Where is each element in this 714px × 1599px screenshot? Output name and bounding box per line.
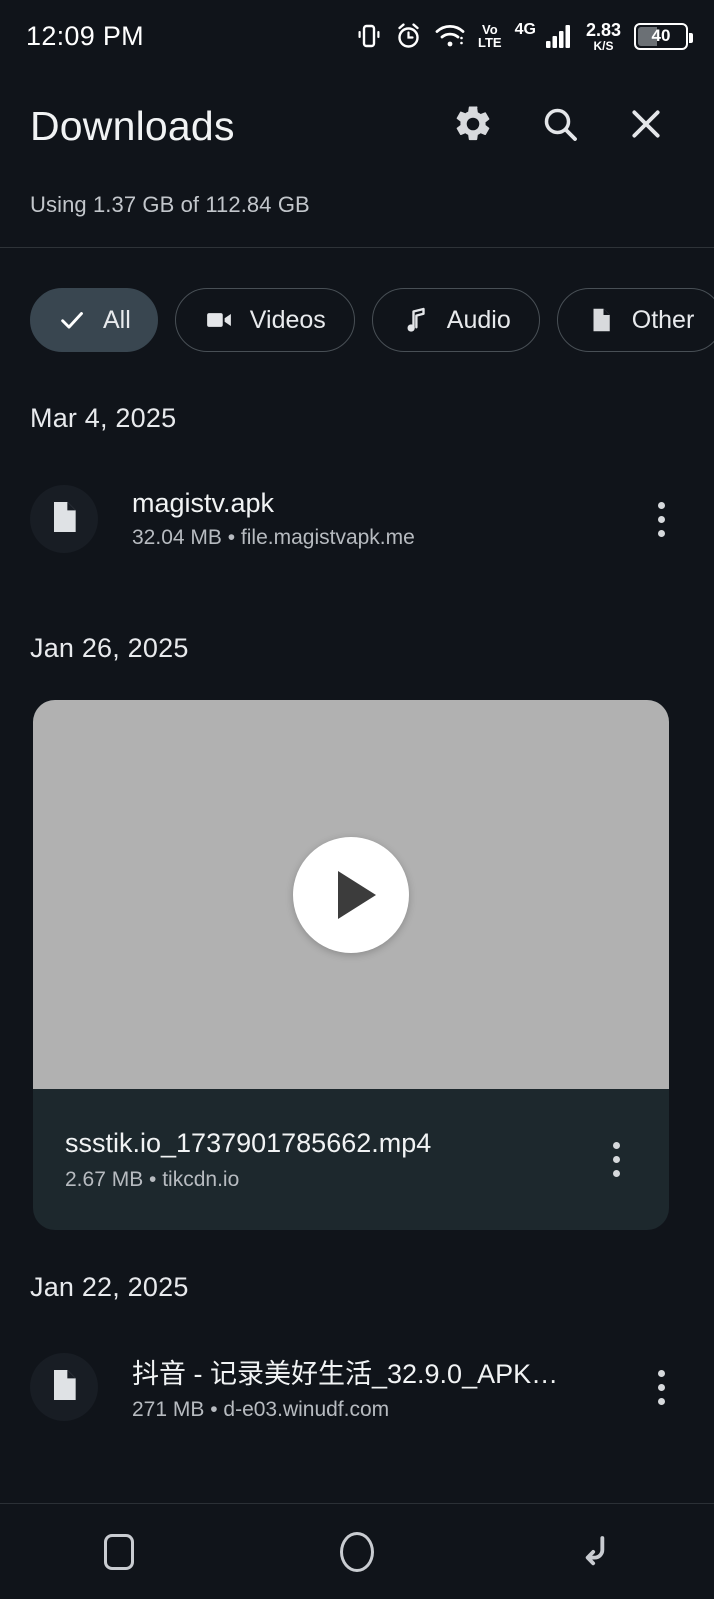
battery-icon: 40 bbox=[634, 22, 693, 50]
video-thumbnail[interactable] bbox=[33, 700, 669, 1089]
file-meta: 抖音 - 记录美好生活_32.9.0_APK… 271 MB • d-e03.w… bbox=[132, 1352, 638, 1422]
status-bar: 12:09 PM Vo LTE 4G 2.83 K/S 40 bbox=[0, 0, 714, 72]
file-type-thumbnail bbox=[30, 1353, 98, 1421]
video-info-bar: ssstik.io_1737901785662.mp4 2.67 MB • ti… bbox=[33, 1089, 669, 1230]
dot bbox=[657, 515, 665, 523]
back-arrow-icon bbox=[573, 1527, 617, 1576]
document-icon bbox=[44, 497, 84, 542]
dot bbox=[657, 1397, 665, 1405]
dot bbox=[657, 529, 665, 537]
play-icon[interactable] bbox=[293, 836, 409, 953]
file-name: magistv.apk bbox=[132, 488, 275, 518]
music-note-icon bbox=[401, 305, 431, 335]
file-name: ssstik.io_1737901785662.mp4 bbox=[65, 1127, 432, 1158]
filter-chip-all[interactable]: All bbox=[30, 288, 158, 352]
data-speed-unit: K/S bbox=[593, 38, 614, 53]
check-icon bbox=[57, 305, 87, 335]
list-item-video-card[interactable]: ssstik.io_1737901785662.mp4 2.67 MB • ti… bbox=[33, 700, 669, 1230]
file-subtitle: 2.67 MB • tikcdn.io bbox=[65, 1167, 240, 1191]
overflow-menu-icon[interactable] bbox=[593, 1128, 639, 1192]
dot bbox=[612, 1142, 620, 1149]
status-icons: Vo LTE 4G 2.83 K/S 40 bbox=[356, 20, 693, 52]
filter-chip-videos-label: Videos bbox=[249, 305, 326, 334]
filter-chip-videos[interactable]: Videos bbox=[174, 288, 355, 352]
wifi-icon bbox=[435, 23, 465, 49]
filter-chip-audio-label: Audio bbox=[446, 305, 511, 334]
filter-chip-audio[interactable]: Audio bbox=[371, 288, 540, 352]
volte-icon: Vo LTE bbox=[478, 23, 502, 49]
signal-bars-icon bbox=[545, 23, 573, 49]
alarm-icon bbox=[395, 22, 422, 50]
header-divider bbox=[0, 247, 714, 248]
file-type-thumbnail bbox=[30, 485, 98, 553]
network-type-label: 4G bbox=[514, 20, 536, 38]
document-icon bbox=[44, 1365, 84, 1410]
video-meta: ssstik.io_1737901785662.mp4 2.67 MB • ti… bbox=[65, 1128, 593, 1192]
dot bbox=[612, 1170, 620, 1177]
filter-chip-other-label: Other bbox=[631, 305, 695, 334]
document-icon bbox=[586, 305, 616, 335]
file-subtitle: 271 MB • d-e03.winudf.com bbox=[132, 1398, 390, 1421]
home-circle-icon bbox=[340, 1531, 374, 1572]
data-speed-value: 2.83 bbox=[585, 19, 621, 40]
system-navigation-bar bbox=[0, 1504, 714, 1599]
header-actions bbox=[452, 103, 684, 150]
dot bbox=[657, 1369, 665, 1377]
list-item-file-1[interactable]: magistv.apk 32.04 MB • file.magistvapk.m… bbox=[0, 484, 714, 554]
dot bbox=[612, 1156, 620, 1163]
filter-chip-other[interactable]: Other bbox=[556, 288, 714, 352]
file-name: 抖音 - 记录美好生活_32.9.0_APK… bbox=[132, 1359, 559, 1389]
date-header-group-2: Jan 26, 2025 bbox=[30, 633, 189, 663]
vibrate-icon bbox=[356, 22, 382, 50]
volte-bottom-label: LTE bbox=[478, 35, 502, 50]
list-item-file-2[interactable]: 抖音 - 记录美好生活_32.9.0_APK… 271 MB • d-e03.w… bbox=[0, 1352, 714, 1422]
downloads-screen: 12:09 PM Vo LTE 4G 2.83 K/S 40 Downloads… bbox=[0, 0, 714, 1599]
back-button[interactable] bbox=[535, 1504, 655, 1599]
home-button[interactable] bbox=[297, 1504, 417, 1599]
date-header-group-1: Mar 4, 2025 bbox=[30, 403, 177, 433]
status-time: 12:09 PM bbox=[26, 20, 144, 51]
date-header-group-3: Jan 22, 2025 bbox=[30, 1272, 189, 1302]
video-camera-icon bbox=[204, 305, 234, 335]
page-title: Downloads bbox=[30, 102, 235, 149]
overflow-menu-icon[interactable] bbox=[638, 1355, 684, 1419]
play-triangle bbox=[337, 870, 376, 919]
data-speed-indicator: 2.83 K/S bbox=[586, 21, 621, 52]
filter-chip-row: All Videos Audio Other bbox=[30, 288, 714, 352]
close-icon[interactable] bbox=[626, 104, 666, 149]
storage-usage-label: Using 1.37 GB of 112.84 GB bbox=[30, 192, 310, 217]
overflow-menu-icon[interactable] bbox=[638, 487, 684, 551]
search-icon[interactable] bbox=[540, 104, 580, 149]
gear-icon[interactable] bbox=[452, 103, 494, 150]
recents-button[interactable] bbox=[59, 1504, 179, 1599]
file-subtitle: 32.04 MB • file.magistvapk.me bbox=[132, 526, 415, 549]
filter-chip-all-label: All bbox=[103, 305, 131, 334]
dot bbox=[657, 1383, 665, 1391]
recents-square-icon bbox=[104, 1533, 134, 1570]
battery-level-label: 40 bbox=[651, 26, 671, 45]
file-meta: magistv.apk 32.04 MB • file.magistvapk.m… bbox=[132, 488, 638, 550]
dot bbox=[657, 501, 665, 509]
app-header: Downloads bbox=[0, 72, 714, 180]
